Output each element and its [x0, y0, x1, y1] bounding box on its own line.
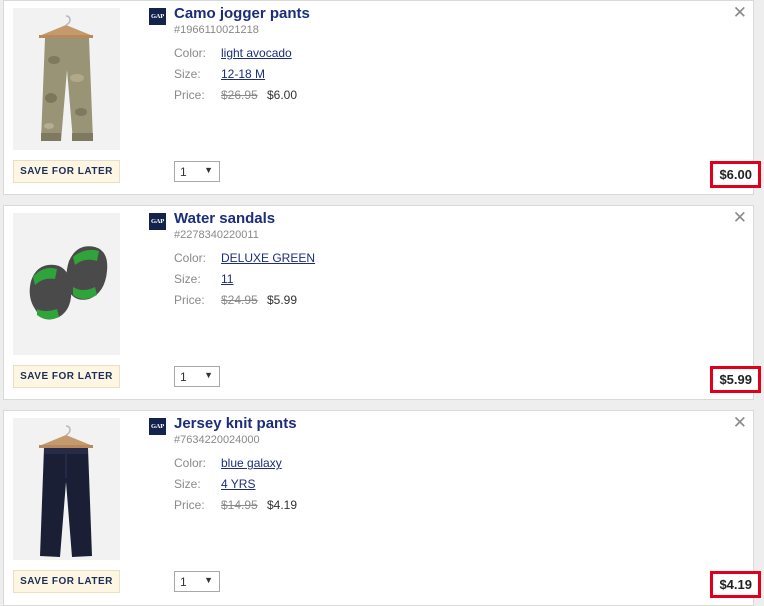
product-image-camo-jogger-pants[interactable]: [13, 8, 120, 150]
sale-price: $6.00: [267, 88, 298, 102]
product-sku: #2278340220011: [174, 229, 259, 241]
size-value-link[interactable]: 4 YRS: [221, 477, 255, 491]
line-total: $6.00: [710, 161, 761, 188]
color-value-link[interactable]: light avocado: [221, 46, 292, 60]
save-for-later-button[interactable]: SAVE FOR LATER: [13, 160, 120, 183]
price-label: Price:: [174, 88, 205, 102]
quantity-value: 1: [180, 165, 187, 179]
size-label: Size:: [174, 67, 201, 81]
cart-item: SAVE FOR LATER GAP Jersey knit pants #76…: [3, 410, 761, 606]
gap-brand-icon: GAP: [149, 418, 166, 435]
line-total: $4.19: [710, 571, 761, 598]
product-image-water-sandals[interactable]: [13, 213, 120, 355]
size-value-link[interactable]: 11: [221, 272, 233, 286]
cart-item: SAVE FOR LATER GAP Camo jogger pants #19…: [3, 0, 761, 195]
gap-brand-icon: GAP: [149, 8, 166, 25]
color-value-link[interactable]: DELUXE GREEN: [221, 251, 315, 265]
product-title[interactable]: Camo jogger pants: [174, 5, 310, 22]
quantity-select[interactable]: 1 ▼: [174, 366, 220, 387]
color-label: Color:: [174, 251, 207, 265]
price-label: Price:: [174, 293, 205, 307]
product-title[interactable]: Water sandals: [174, 210, 275, 227]
quantity-select[interactable]: 1 ▼: [174, 571, 220, 592]
chevron-down-icon: ▼: [204, 575, 213, 585]
close-icon[interactable]: ✕: [733, 413, 747, 433]
save-for-later-button[interactable]: SAVE FOR LATER: [13, 365, 120, 388]
product-sku: #7634220024000: [174, 434, 260, 446]
quantity-select[interactable]: 1 ▼: [174, 161, 220, 182]
size-label: Size:: [174, 477, 201, 491]
gap-brand-icon: GAP: [149, 213, 166, 230]
quantity-value: 1: [180, 575, 187, 589]
quantity-value: 1: [180, 370, 187, 384]
close-icon[interactable]: ✕: [733, 208, 747, 228]
original-price: $26.95: [221, 88, 258, 102]
product-image-jersey-knit-pants[interactable]: [13, 418, 120, 560]
product-title[interactable]: Jersey knit pants: [174, 415, 297, 432]
color-label: Color:: [174, 456, 207, 470]
cart-item: SAVE FOR LATER GAP Water sandals #227834…: [3, 205, 761, 400]
close-icon[interactable]: ✕: [733, 3, 747, 23]
size-label: Size:: [174, 272, 201, 286]
line-total: $5.99: [710, 366, 761, 393]
size-value-link[interactable]: 12-18 M: [221, 67, 265, 81]
price-label: Price:: [174, 498, 205, 512]
original-price: $14.95: [221, 498, 258, 512]
chevron-down-icon: ▼: [204, 165, 213, 175]
product-sku: #1966110021218: [174, 24, 259, 36]
color-label: Color:: [174, 46, 207, 60]
sale-price: $4.19: [267, 498, 298, 512]
sale-price: $5.99: [267, 293, 298, 307]
color-value-link[interactable]: blue galaxy: [221, 456, 282, 470]
save-for-later-button[interactable]: SAVE FOR LATER: [13, 570, 120, 593]
chevron-down-icon: ▼: [204, 370, 213, 380]
original-price: $24.95: [221, 293, 258, 307]
